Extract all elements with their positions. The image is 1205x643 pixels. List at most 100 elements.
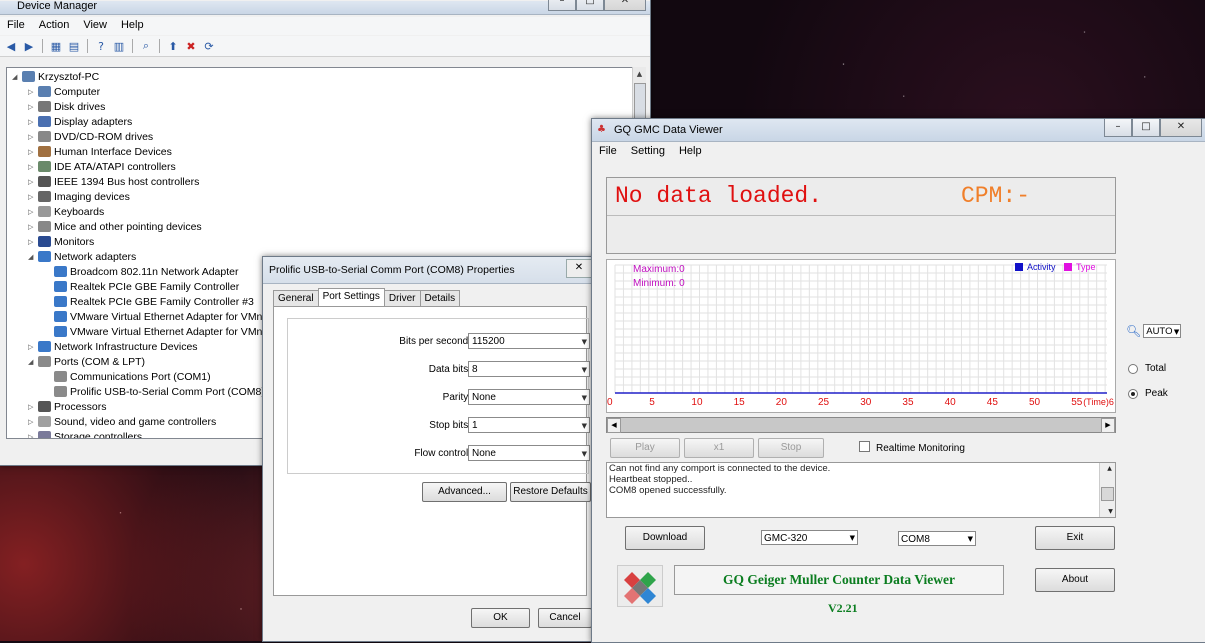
tree-item[interactable]: Realtek PCIe GBE Family Controller bbox=[44, 279, 239, 294]
scroll-down-arrow-icon[interactable]: ▼ bbox=[1102, 506, 1117, 517]
tree-item[interactable]: ▷ Human Interface Devices bbox=[28, 144, 172, 159]
tree-item[interactable]: ◢ Network adapters bbox=[28, 249, 136, 264]
back-arrow-icon[interactable]: ◀ bbox=[3, 39, 19, 53]
zoom-select[interactable]: AUTO ▼ bbox=[1143, 324, 1182, 338]
speed-x1-button[interactable]: x1 bbox=[684, 438, 754, 458]
minimize-button[interactable]: – bbox=[1104, 119, 1132, 137]
update-driver-icon[interactable]: ⬆ bbox=[165, 39, 181, 53]
tree-item[interactable]: ◢ Ports (COM & LPT) bbox=[28, 354, 145, 369]
menu-setting[interactable]: Setting bbox=[624, 143, 672, 161]
tree-item[interactable]: Broadcom 802.11n Network Adapter bbox=[44, 264, 239, 279]
log-scrollbar[interactable]: ▲ ▼ bbox=[1099, 463, 1115, 517]
advanced-button[interactable]: Advanced... bbox=[422, 482, 507, 502]
tree-item[interactable]: ▷ Imaging devices bbox=[28, 189, 130, 204]
ok-button[interactable]: OK bbox=[471, 608, 530, 628]
menu-file[interactable]: File bbox=[0, 17, 32, 35]
data-bits-select[interactable]: 8 ▼ bbox=[468, 361, 590, 377]
close-icon[interactable]: ✕ bbox=[566, 259, 592, 278]
tree-item[interactable]: ▷ Processors bbox=[28, 399, 107, 414]
scrollbar-thumb[interactable] bbox=[1101, 487, 1114, 501]
tree-item[interactable]: ▷ Keyboards bbox=[28, 204, 104, 219]
collapsed-triangle-icon[interactable]: ▷ bbox=[28, 223, 37, 231]
exit-button[interactable]: Exit bbox=[1035, 526, 1115, 550]
about-button[interactable]: About bbox=[1035, 568, 1115, 592]
collapsed-triangle-icon[interactable]: ▷ bbox=[28, 433, 37, 439]
minimize-button[interactable]: – bbox=[548, 0, 576, 11]
radio-total[interactable]: Total bbox=[1128, 363, 1166, 374]
collapsed-triangle-icon[interactable]: ▷ bbox=[28, 208, 37, 216]
scan-hardware-icon[interactable]: ⌕ bbox=[138, 39, 154, 53]
scroll-left-arrow-icon[interactable]: ◀ bbox=[607, 418, 621, 433]
radio-peak-dot[interactable] bbox=[1128, 388, 1138, 399]
expanded-triangle-icon[interactable]: ◢ bbox=[28, 253, 37, 261]
tree-item[interactable]: ◢ Krzysztof-PC bbox=[12, 69, 99, 84]
expanded-triangle-icon[interactable]: ◢ bbox=[28, 358, 37, 366]
tree-item[interactable]: ▷ IDE ATA/ATAPI controllers bbox=[28, 159, 176, 174]
play-button[interactable]: Play bbox=[610, 438, 680, 458]
device-manager-titlebar[interactable]: Device Manager – □ ✕ bbox=[0, 0, 650, 15]
collapsed-triangle-icon[interactable]: ▷ bbox=[28, 418, 37, 426]
gq-titlebar[interactable]: ♣ GQ GMC Data Viewer – □ ✕ bbox=[592, 119, 1205, 142]
show-hide-console-tree-icon[interactable]: ▦ bbox=[48, 39, 64, 53]
radio-peak[interactable]: Peak bbox=[1128, 388, 1168, 399]
stop-bits-select[interactable]: 1 ▼ bbox=[468, 417, 590, 433]
enable-device-icon[interactable]: ⟳ bbox=[201, 39, 217, 53]
cancel-button[interactable]: Cancel bbox=[538, 608, 592, 628]
close-button[interactable]: ✕ bbox=[1160, 119, 1202, 137]
tree-item[interactable]: ▷ Monitors bbox=[28, 234, 94, 249]
restore-defaults-button[interactable]: Restore Defaults bbox=[510, 482, 591, 502]
port-select[interactable]: COM8 ▼ bbox=[898, 531, 976, 546]
chart-horizontal-scrollbar[interactable]: ◀ ▶ bbox=[606, 417, 1116, 433]
uninstall-icon[interactable]: ✖ bbox=[183, 39, 199, 53]
collapsed-triangle-icon[interactable]: ▷ bbox=[28, 103, 37, 111]
forward-arrow-icon[interactable]: ▶ bbox=[21, 39, 37, 53]
parity-select[interactable]: None ▼ bbox=[468, 389, 590, 405]
tree-item[interactable]: Prolific USB-to-Serial Comm Port (COM8) bbox=[44, 384, 265, 399]
help-icon[interactable]: ? bbox=[93, 39, 109, 53]
tree-item[interactable]: ▷ Display adapters bbox=[28, 114, 132, 129]
collapsed-triangle-icon[interactable]: ▷ bbox=[28, 193, 37, 201]
tree-item[interactable]: ▷ DVD/CD-ROM drives bbox=[28, 129, 153, 144]
maximize-button[interactable]: □ bbox=[1132, 119, 1160, 137]
tree-item[interactable]: VMware Virtual Ethernet Adapter for VMne… bbox=[44, 324, 271, 339]
properties-titlebar[interactable]: Prolific USB-to-Serial Comm Port (COM8) … bbox=[263, 257, 594, 284]
tree-item[interactable]: VMware Virtual Ethernet Adapter for VMne… bbox=[44, 309, 271, 324]
view-icon[interactable]: ▥ bbox=[111, 39, 127, 53]
collapsed-triangle-icon[interactable]: ▷ bbox=[28, 403, 37, 411]
collapsed-triangle-icon[interactable]: ▷ bbox=[28, 148, 37, 156]
menu-help[interactable]: Help bbox=[114, 17, 151, 35]
properties-icon[interactable]: ▤ bbox=[66, 39, 82, 53]
realtime-monitoring-checkbox[interactable]: Realtime Monitoring bbox=[859, 441, 965, 454]
collapsed-triangle-icon[interactable]: ▷ bbox=[28, 238, 37, 246]
download-button[interactable]: Download bbox=[625, 526, 705, 550]
menu-view[interactable]: View bbox=[76, 17, 114, 35]
collapsed-triangle-icon[interactable]: ▷ bbox=[28, 343, 37, 351]
tree-item[interactable]: Realtek PCIe GBE Family Controller #3 bbox=[44, 294, 254, 309]
collapsed-triangle-icon[interactable]: ▷ bbox=[28, 163, 37, 171]
tree-item[interactable]: ▷ Mice and other pointing devices bbox=[28, 219, 202, 234]
scroll-up-arrow-icon[interactable]: ▲ bbox=[633, 67, 646, 81]
tree-item[interactable]: Communications Port (COM1) bbox=[44, 369, 211, 384]
checkbox-box[interactable] bbox=[859, 441, 870, 452]
flow-control-select[interactable]: None ▼ bbox=[468, 445, 590, 461]
menu-action[interactable]: Action bbox=[32, 17, 77, 35]
maximize-button[interactable]: □ bbox=[576, 0, 604, 11]
radio-total-dot[interactable] bbox=[1128, 363, 1138, 374]
tree-item[interactable]: ▷ Storage controllers bbox=[28, 429, 142, 439]
tree-item[interactable]: ▷ Network Infrastructure Devices bbox=[28, 339, 198, 354]
collapsed-triangle-icon[interactable]: ▷ bbox=[28, 88, 37, 96]
expanded-triangle-icon[interactable]: ◢ bbox=[12, 73, 21, 81]
model-select[interactable]: GMC-320 ▼ bbox=[761, 530, 858, 545]
stop-button[interactable]: Stop bbox=[758, 438, 824, 458]
scroll-up-arrow-icon[interactable]: ▲ bbox=[1102, 463, 1115, 474]
tree-item[interactable]: ▷ IEEE 1394 Bus host controllers bbox=[28, 174, 199, 189]
tree-item[interactable]: ▷ Computer bbox=[28, 84, 100, 99]
scroll-right-arrow-icon[interactable]: ▶ bbox=[1101, 418, 1115, 433]
collapsed-triangle-icon[interactable]: ▷ bbox=[28, 118, 37, 126]
tree-item[interactable]: ▷ Sound, video and game controllers bbox=[28, 414, 216, 429]
menu-file[interactable]: File bbox=[592, 143, 624, 161]
collapsed-triangle-icon[interactable]: ▷ bbox=[28, 133, 37, 141]
bits-per-second-select[interactable]: 115200 ▼ bbox=[468, 333, 590, 349]
tree-item[interactable]: ▷ Disk drives bbox=[28, 99, 105, 114]
close-button[interactable]: ✕ bbox=[604, 0, 646, 11]
